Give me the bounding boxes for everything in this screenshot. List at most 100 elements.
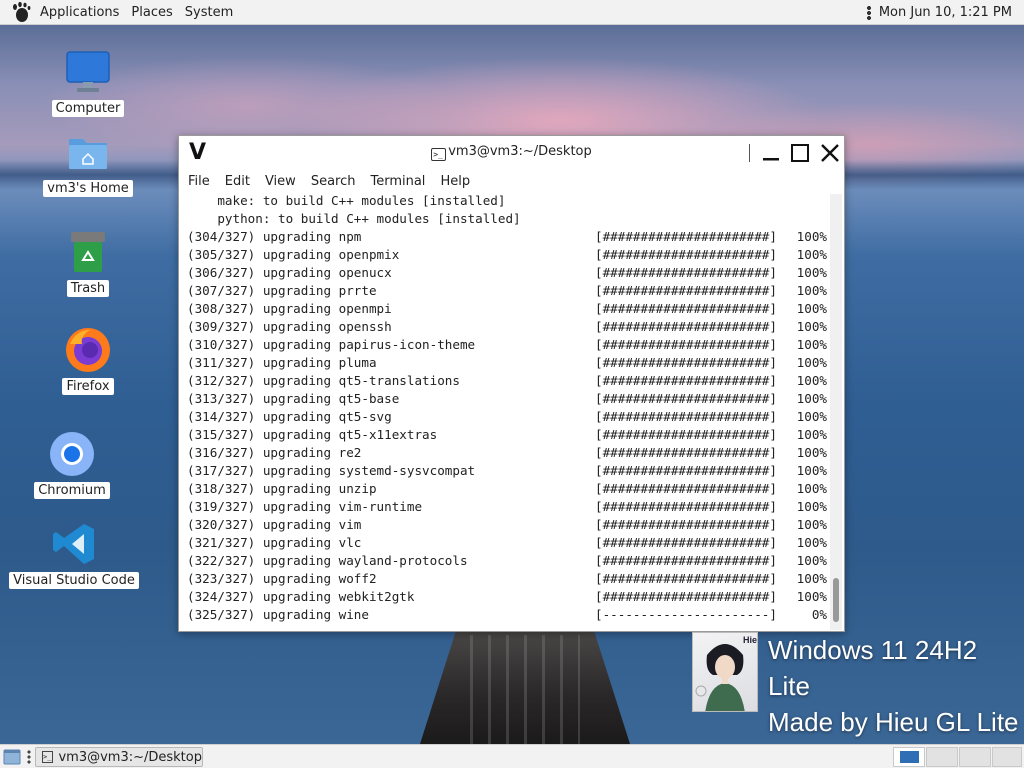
progress-bar-text: [######################] (595, 571, 777, 586)
home-folder-icon (64, 128, 112, 176)
terminal-line: make: to build C++ modules [installed] (187, 193, 506, 208)
progress-percent: 100% (796, 373, 827, 388)
vertical-dots-icon[interactable] (866, 4, 871, 21)
watermark-text: Windows 11 24H2 Lite Made by Hieu GL Lit… (768, 632, 1024, 740)
window-titlebar[interactable]: V >_ vm3@vm3:~/Desktop (179, 136, 844, 170)
menu-edit[interactable]: Edit (225, 174, 250, 189)
terminal-menubar: File Edit View Search Terminal Help (179, 170, 844, 192)
package-status-text: (314/327) upgrading qt5-svg (187, 409, 392, 424)
desktop-icon-label: Chromium (34, 482, 110, 499)
terminal-progress-line: (314/327) upgrading qt5-svg [############… (187, 408, 828, 426)
minimize-button[interactable] (759, 141, 783, 165)
package-status-text: (307/327) upgrading prrte (187, 283, 377, 298)
panel-right-area: Mon Jun 10, 1:21 PM (866, 0, 1012, 25)
package-status-text: (311/327) upgrading pluma (187, 355, 377, 370)
progress-bar-text: [######################] (595, 463, 777, 478)
desktop-icon-computer[interactable]: Computer (28, 48, 148, 117)
panel-clock[interactable]: Mon Jun 10, 1:21 PM (879, 5, 1012, 20)
scrollbar-thumb[interactable] (833, 578, 839, 622)
terminal-icon: >_ (431, 148, 447, 161)
progress-bar-text: [######################] (595, 409, 777, 424)
progress-percent: 100% (796, 391, 827, 406)
desktop-icon-trash[interactable]: Trash (28, 228, 148, 297)
progress-percent: 100% (796, 463, 827, 478)
terminal-progress-line: (311/327) upgrading pluma [##############… (187, 354, 828, 372)
maximize-icon (791, 144, 809, 162)
progress-percent: 100% (796, 265, 827, 280)
progress-percent: 100% (796, 319, 827, 334)
terminal-progress-line: (324/327) upgrading webkit2gtk [#########… (187, 588, 828, 606)
menu-places[interactable]: Places (125, 5, 178, 20)
terminal-progress-line: (312/327) upgrading qt5-translations [###… (187, 372, 828, 390)
progress-bar-text: [######################] (595, 301, 777, 316)
package-status-text: (323/327) upgrading woff2 (187, 571, 377, 586)
progress-bar-text: [######################] (595, 265, 777, 280)
minimize-icon (763, 158, 779, 161)
package-status-text: (308/327) upgrading openmpi (187, 301, 392, 316)
progress-percent: 100% (796, 445, 827, 460)
top-panel: Applications Places System Mon Jun 10, 1… (0, 0, 1024, 25)
progress-percent: 100% (796, 337, 827, 352)
package-status-text: (315/327) upgrading qt5-x11extras (187, 427, 438, 442)
package-status-text: (305/327) upgrading openpmix (187, 247, 400, 262)
package-status-text: (319/327) upgrading vim-runtime (187, 499, 423, 514)
desktop-icon-home[interactable]: vm3's Home (28, 128, 148, 197)
desktop-icon-label: Firefox (62, 378, 114, 395)
workspace-2[interactable] (926, 747, 958, 767)
close-button[interactable] (818, 141, 842, 165)
menu-search[interactable]: Search (311, 174, 356, 189)
terminal-progress-line: (308/327) upgrading openmpi [############… (187, 300, 828, 318)
menu-terminal[interactable]: Terminal (370, 174, 425, 189)
progress-percent: 100% (796, 535, 827, 550)
desktop-icon-chromium[interactable]: Chromium (12, 430, 132, 499)
workspace-4[interactable] (992, 747, 1022, 767)
progress-bar-text: [######################] (595, 337, 777, 352)
titlebar-separator (749, 144, 750, 162)
progress-bar-text: [######################] (595, 499, 777, 514)
menu-help[interactable]: Help (440, 174, 470, 189)
package-status-text: (324/327) upgrading webkit2gtk (187, 589, 415, 604)
terminal-scrollbar[interactable] (830, 194, 842, 630)
menu-view[interactable]: View (265, 174, 296, 189)
package-status-text: (316/327) upgrading re2 (187, 445, 362, 460)
show-desktop-icon[interactable] (3, 748, 21, 766)
workspace-1[interactable] (893, 747, 925, 767)
taskbar-button-terminal[interactable]: >_ vm3@vm3:~/Desktop (35, 747, 203, 767)
menu-applications[interactable]: Applications (34, 5, 125, 20)
progress-bar-text: [######################] (595, 391, 777, 406)
watermark-avatar: Hieu (692, 632, 758, 712)
package-status-text: (317/327) upgrading systemd-sysvcompat (187, 463, 476, 478)
progress-bar-text: [----------------------] (595, 607, 777, 622)
menu-file[interactable]: File (188, 174, 210, 189)
terminal-progress-line: (315/327) upgrading qt5-x11extras [######… (187, 426, 828, 444)
progress-bar-text: [######################] (595, 517, 777, 532)
progress-bar-text: [######################] (595, 481, 777, 496)
window-title: >_ vm3@vm3:~/Desktop (179, 144, 844, 161)
terminal-output[interactable]: make: to build C++ modules [installed] p… (179, 192, 828, 631)
progress-bar-text: [######################] (595, 553, 777, 568)
terminal-progress-line: (309/327) upgrading openssh [############… (187, 318, 828, 336)
progress-bar-text: [######################] (595, 445, 777, 460)
bottom-panel: >_ vm3@vm3:~/Desktop (0, 744, 1024, 768)
workspace-3[interactable] (959, 747, 991, 767)
terminal-progress-line: (317/327) upgrading systemd-sysvcompat [#… (187, 462, 828, 480)
desktop-icon-firefox[interactable]: Firefox (28, 326, 148, 395)
package-status-text: (309/327) upgrading openssh (187, 319, 392, 334)
taskbar-button-label: vm3@vm3:~/Desktop (58, 749, 202, 765)
progress-percent: 100% (796, 517, 827, 532)
maximize-button[interactable] (788, 141, 812, 165)
terminal-progress-line: (321/327) upgrading vlc [################… (187, 534, 828, 552)
terminal-progress-line: (318/327) upgrading unzip [##############… (187, 480, 828, 498)
terminal-progress-line: (305/327) upgrading openpmix [###########… (187, 246, 828, 264)
terminal-window[interactable]: V >_ vm3@vm3:~/Desktop File Edit View Sea… (178, 135, 845, 632)
terminal-line: python: to build C++ modules [installed] (187, 211, 521, 226)
desktop-icon-label: Computer (51, 100, 125, 117)
progress-percent: 100% (796, 481, 827, 496)
gnome-foot-icon[interactable] (10, 1, 32, 23)
package-status-text: (321/327) upgrading vlc (187, 535, 362, 550)
desktop-icon-label: vm3's Home (43, 180, 133, 197)
window-title-text: vm3@vm3:~/Desktop (448, 144, 592, 159)
menu-system[interactable]: System (179, 5, 239, 20)
panel-handle-icon[interactable] (27, 750, 31, 764)
desktop-icon-vscode[interactable]: Visual Studio Code (9, 520, 139, 589)
